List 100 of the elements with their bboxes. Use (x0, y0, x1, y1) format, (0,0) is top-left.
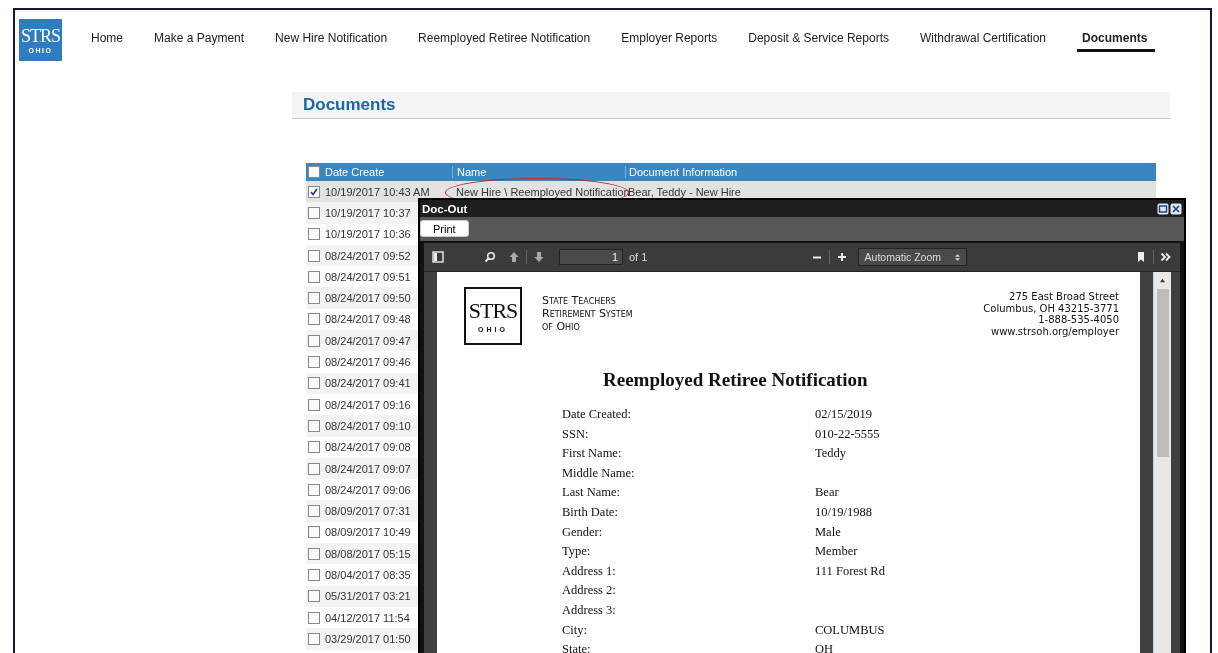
date-cell: 08/24/2017 09:50 (325, 292, 411, 305)
address-line: www.strsoh.org/employer (991, 325, 1119, 337)
date-cell: 10/19/2017 10:36 (325, 228, 411, 241)
row-checkbox[interactable] (307, 377, 320, 390)
row-checkbox[interactable] (307, 505, 320, 518)
nav-tab[interactable]: Deposit & Service Reports (748, 28, 889, 52)
row-checkbox[interactable] (307, 249, 320, 262)
date-cell: 08/24/2017 09:46 (325, 356, 411, 368)
row-checkbox[interactable] (307, 206, 320, 219)
row-checkbox[interactable] (307, 334, 320, 347)
nav-tab[interactable]: Home (91, 28, 123, 52)
document-info-cell: Bear, Teddy - New Hire (628, 185, 741, 198)
date-cell: 08/24/2017 09:16 (325, 398, 411, 411)
close-icon[interactable] (1170, 202, 1182, 215)
date-cell: 08/24/2017 09:47 (325, 334, 411, 347)
page-title: Documents (303, 95, 396, 115)
bookmark-icon[interactable] (1135, 251, 1147, 263)
column-header[interactable]: Name (452, 166, 625, 178)
double-chevron-icon[interactable] (1160, 251, 1172, 263)
field-value: Teddy (815, 446, 847, 461)
nav-tab[interactable]: New Hire Notification (275, 28, 388, 52)
date-cell: 08/24/2017 09:06 (325, 483, 411, 496)
date-cell: 08/24/2017 09:48 (325, 313, 411, 326)
maximize-icon[interactable] (1157, 202, 1169, 215)
page-number-field[interactable]: 1 (559, 249, 623, 265)
row-checkbox[interactable] (307, 398, 320, 411)
scrollbar[interactable] (1153, 272, 1171, 653)
field-label: Gender: (562, 524, 604, 540)
row-checkbox[interactable] (307, 483, 320, 496)
row-checkbox[interactable] (307, 569, 320, 581)
field-value: Bear (815, 485, 839, 500)
nav-tab[interactable]: Reemployed Retiree Notification (418, 28, 591, 52)
row-checkbox[interactable] (307, 356, 320, 368)
field-value: Member (815, 544, 858, 559)
field-label: Address 1: (562, 563, 617, 579)
zoom-select[interactable]: Automatic Zoom (857, 248, 967, 266)
search-icon[interactable] (484, 251, 496, 263)
field-value: 10/19/1988 (815, 504, 872, 519)
date-cell: 10/19/2017 10:43 AM (325, 185, 430, 198)
address-line: 1-888-535-4050 (1038, 314, 1119, 326)
field-value: 111 Forest Rd (815, 563, 885, 578)
field-value: 02/15/2019 (815, 407, 872, 421)
field-label: Date Created: (562, 407, 633, 422)
column-header[interactable]: Document Information (625, 166, 1156, 178)
field-value: OH (815, 642, 834, 653)
row-checkbox[interactable] (307, 228, 320, 241)
row-checkbox[interactable] (307, 526, 320, 539)
field-label: State: (562, 642, 592, 653)
up-down-arrows-icon (955, 252, 960, 262)
row-checkbox[interactable] (307, 313, 320, 326)
date-cell: 08/24/2017 09:07 (325, 462, 411, 475)
organization-name: State Teachers (542, 294, 617, 307)
row-checkbox[interactable] (307, 270, 320, 283)
zoom-in-icon[interactable] (835, 251, 848, 263)
row-checkbox[interactable] (307, 547, 320, 560)
nav-tab[interactable]: Make a Payment (154, 28, 245, 52)
date-cell: 05/31/2017 03:21 (325, 590, 411, 603)
row-checkbox[interactable] (307, 632, 320, 645)
date-cell: 10/19/2017 10:37 (325, 206, 411, 219)
field-label: Address 2: (562, 583, 617, 599)
date-cell: 08/24/2017 09:51 (325, 270, 411, 283)
organization-name: of Ohio (542, 320, 581, 333)
date-cell: 08/08/2017 05:15 (325, 547, 411, 560)
date-cell: 04/12/2017 11:54 (325, 611, 410, 624)
field-label: First Name: (562, 446, 623, 462)
row-checkbox[interactable] (307, 441, 320, 454)
field-label: Middle Name: (562, 465, 636, 481)
address-line: 275 East Broad Street (1009, 291, 1119, 303)
date-cell: 03/29/2017 01:50 (325, 632, 411, 645)
row-checkbox[interactable] (307, 419, 320, 432)
sidebar-toggle-icon[interactable] (432, 251, 444, 263)
nav-tab[interactable]: Employer Reports (621, 28, 718, 52)
nav-tab[interactable]: Withdrawal Certification (920, 28, 1047, 52)
date-cell: 08/09/2017 10:49 (325, 526, 411, 539)
address-line: Columbus, OH 43215-3771 (983, 302, 1119, 314)
date-cell: 08/24/2017 09:52 (325, 249, 411, 262)
next-page-icon[interactable] (533, 251, 545, 263)
previous-page-icon[interactable] (508, 251, 520, 263)
row-checkbox[interactable] (307, 292, 320, 305)
field-label: Type: (562, 544, 592, 560)
field-label: Last Name: (562, 485, 621, 501)
nav-tab[interactable]: Documents (1077, 28, 1156, 52)
page-count: of 1 (629, 251, 648, 263)
field-label: City: (562, 622, 588, 638)
date-cell: 08/09/2017 07:31 (325, 505, 411, 518)
field-value: 010-22-5555 (815, 426, 880, 441)
column-header[interactable]: Date Create (321, 166, 452, 178)
print-button[interactable]: Print (420, 220, 469, 237)
row-checkbox[interactable] (307, 611, 320, 624)
field-label: Birth Date: (562, 504, 619, 520)
row-checkbox[interactable] (307, 590, 320, 603)
row-checkbox[interactable] (307, 185, 320, 198)
scroll-up-icon[interactable] (1159, 278, 1166, 283)
field-label: SSN: (562, 426, 590, 442)
dialog-title: Doc-Out (422, 202, 468, 215)
date-cell: 08/24/2017 09:10 (325, 419, 411, 432)
field-value: COLUMBUS (815, 622, 885, 637)
row-checkbox[interactable] (307, 462, 320, 475)
field-value: Male (815, 524, 841, 539)
select-all-checkbox[interactable] (307, 166, 320, 178)
